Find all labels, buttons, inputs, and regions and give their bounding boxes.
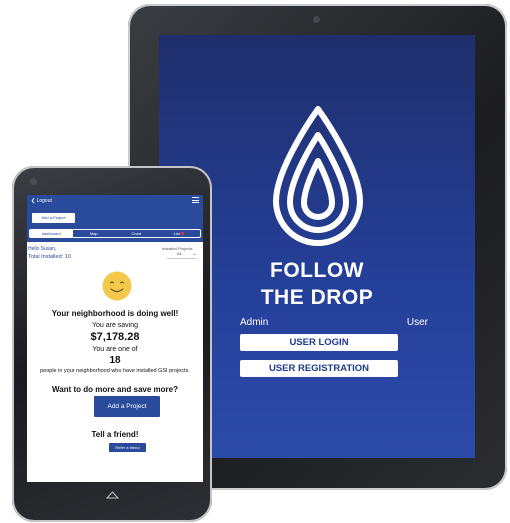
- rank-description: people in your neighborhood who have ins…: [40, 368, 190, 374]
- installed-projects-select[interactable]: All ⌄: [167, 250, 197, 259]
- add-project-button[interactable]: Add a Project: [94, 396, 160, 417]
- saving-label: You are saving: [91, 322, 139, 329]
- tab-chart[interactable]: Chart: [115, 230, 158, 237]
- water-drop-logo-icon: [273, 106, 363, 246]
- tab-bar: dashboard Map Chart List: [29, 229, 201, 238]
- status-message: Your neighborhood is doing well!: [51, 309, 179, 318]
- logout-link[interactable]: ❮ Logout: [31, 198, 52, 204]
- smiley-face-icon: [102, 271, 132, 301]
- user-registration-button[interactable]: USER REGISTRATION: [240, 360, 398, 377]
- admin-link[interactable]: Admin: [240, 317, 268, 328]
- tab-list-label: List: [173, 231, 180, 236]
- notification-badge: [180, 232, 184, 236]
- tab-dashboard[interactable]: dashboard: [30, 230, 73, 237]
- installed-projects-value: All: [177, 251, 182, 256]
- user-login-button[interactable]: USER LOGIN: [240, 334, 398, 351]
- user-link[interactable]: User: [407, 317, 428, 328]
- tab-list[interactable]: List: [158, 230, 201, 237]
- phone-device: ❮ Logout Add a Project dashboard Map Cha…: [12, 166, 212, 522]
- cta-question: Want to do more and save more?: [52, 385, 178, 394]
- rank-count: 18: [109, 355, 121, 366]
- phone-screen: ❮ Logout Add a Project dashboard Map Cha…: [27, 195, 203, 482]
- rank-label: You are one of: [92, 346, 138, 353]
- hamburger-menu-icon[interactable]: [192, 197, 199, 204]
- logout-label: Logout: [36, 198, 52, 204]
- refer-friend-button[interactable]: Refer a friend: [109, 443, 146, 452]
- saving-amount: $7,178.28: [90, 331, 140, 343]
- tablet-camera: [313, 16, 320, 23]
- tab-map[interactable]: Map: [73, 230, 116, 237]
- tell-friend-heading: Tell a friend!: [91, 430, 139, 439]
- home-button-icon[interactable]: [106, 491, 119, 499]
- chevron-down-icon: ⌄: [192, 251, 197, 257]
- chevron-left-icon: ❮: [31, 198, 36, 204]
- app-header: ❮ Logout Add a Project dashboard Map Cha…: [27, 195, 203, 242]
- header-add-project-button[interactable]: Add a Project: [32, 213, 75, 223]
- phone-camera: [30, 178, 37, 185]
- greeting: Hello Susan,: [28, 246, 57, 252]
- total-installed: Total Installed: 10: [28, 254, 71, 260]
